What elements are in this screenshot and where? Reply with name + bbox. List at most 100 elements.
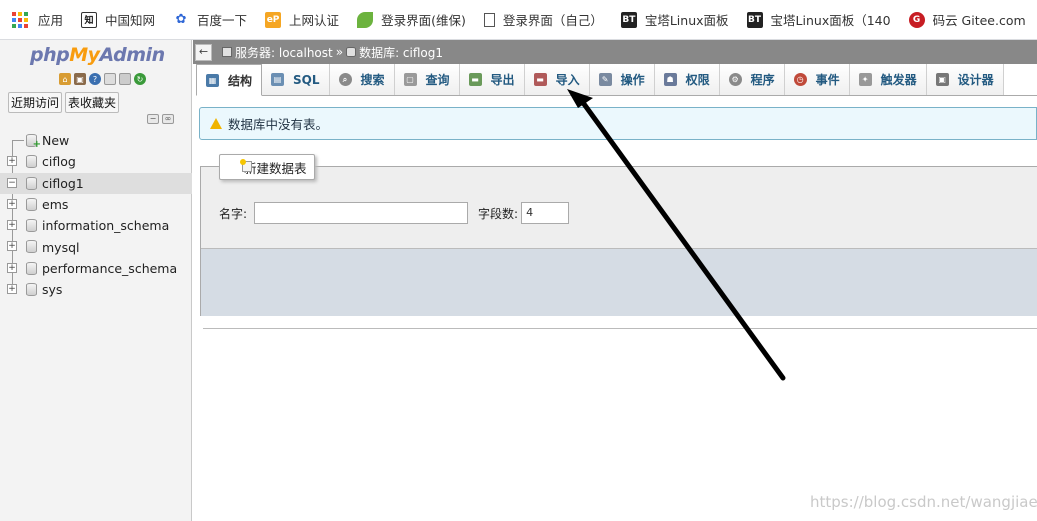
logout-icon[interactable]: ▣ (74, 73, 86, 85)
new-table-icon (240, 159, 252, 172)
tree-item-label: ciflog (42, 154, 76, 170)
breadcrumb-server-label: 服务器: localhost (235, 45, 333, 60)
tab-label: 导出 (490, 73, 515, 87)
tree-item-label: New (42, 133, 70, 149)
bookmark-apps[interactable]: 应用 (12, 10, 63, 29)
tree-item-label: information_schema (42, 218, 170, 234)
tree-item-ciflog[interactable]: + ciflog (0, 151, 192, 172)
tree-item-sys[interactable]: + sys (0, 279, 192, 300)
ep-icon: eP (265, 11, 282, 28)
create-table-legend: 新建数据表 (219, 154, 315, 180)
warning-icon (210, 118, 222, 129)
baidu-paw-icon: ✿ (175, 12, 187, 27)
tab-routines[interactable]: ⚙ 程序 (719, 64, 785, 95)
bookmark-label: 宝塔Linux面板（140 (770, 13, 891, 28)
database-icon (26, 197, 37, 211)
tree-item-label: performance_schema (42, 260, 178, 276)
home-icon[interactable]: ⌂ (59, 73, 71, 85)
logo-php: php (30, 44, 70, 66)
privileges-icon: ☗ (663, 73, 677, 86)
database-tabs: ▦ 结构 ▤ SQL ⌕ 搜索 ▢ 查询 ▬ 导出 ▬ 导入 ✎ 操作 ☗ 权限 (196, 64, 1037, 96)
help-icon[interactable]: ? (89, 73, 101, 85)
divider (203, 328, 1037, 329)
bookmark-label: 百度一下 (197, 13, 248, 28)
settings-icon[interactable] (119, 73, 131, 85)
tab-label: 操作 (620, 73, 645, 87)
expand-icon[interactable]: + (7, 156, 17, 167)
reload-icon[interactable]: ↻ (134, 73, 146, 85)
link-icon[interactable]: ∞ (162, 114, 174, 124)
page-icon (483, 12, 495, 27)
tab-events[interactable]: ◷ 事件 (784, 64, 850, 95)
bookmark-label: 码云 Gitee.com (932, 13, 1026, 28)
expand-icon[interactable]: + (7, 284, 17, 295)
column-count-input[interactable]: 4 (521, 202, 570, 224)
tab-label: 设计器 (957, 73, 994, 87)
phpmyadmin-logo[interactable]: phpMyAdmin (30, 44, 165, 66)
query-icon: ▢ (403, 73, 417, 86)
bookmark-login-maint[interactable]: 登录界面(维保) (357, 10, 466, 29)
table-name-input[interactable] (254, 202, 469, 224)
bookmark-label: 宝塔Linux面板 (644, 13, 729, 28)
tab-designer[interactable]: ▣ 设计器 (926, 64, 1004, 95)
form-footer (201, 248, 1037, 316)
tree-item-performance-schema[interactable]: + performance_schema (0, 258, 192, 279)
bookmark-auth[interactable]: eP 上网认证 (265, 10, 339, 29)
tab-privileges[interactable]: ☗ 权限 (654, 64, 720, 95)
tree-item-mysql[interactable]: + mysql (0, 236, 192, 257)
gitee-icon: G (908, 11, 925, 28)
columns-label: 字段数: (478, 206, 519, 221)
legend-label: 新建数据表 (244, 160, 307, 176)
tree-item-information-schema[interactable]: + information_schema (0, 215, 192, 236)
breadcrumb-separator: » (335, 45, 344, 59)
tree-item-label: sys (42, 282, 63, 298)
bookmark-label: 登录界面(维保) (381, 13, 466, 28)
breadcrumb-database[interactable]: 数据库: ciflog1 (346, 44, 443, 61)
logo-admin: Admin (99, 44, 166, 66)
new-database-icon (26, 134, 41, 150)
tab-search[interactable]: ⌕ 搜索 (329, 64, 395, 95)
navigation-panel: phpMyAdmin ⌂ ▣ ? ↻ 近期访问 表收藏夹 − ∞ New (0, 40, 192, 521)
collapse-all-icon[interactable]: − (147, 114, 159, 124)
collapse-icon[interactable]: − (7, 177, 17, 188)
tab-sql[interactable]: ▤ SQL (262, 64, 330, 95)
docs-icon[interactable] (104, 73, 116, 85)
events-icon: ◷ (793, 73, 807, 86)
expand-icon[interactable]: + (7, 262, 17, 273)
tab-triggers[interactable]: ✦ 触发器 (849, 64, 927, 95)
tree-item-ciflog1[interactable]: − ciflog1 (0, 172, 192, 194)
bookmark-bt-panel-140[interactable]: BT 宝塔Linux面板（140 (746, 10, 891, 29)
bookmark-gitee[interactable]: G 码云 Gitee.com (908, 10, 1026, 29)
bookmark-label: 中国知网 (105, 13, 156, 28)
expand-icon[interactable]: + (7, 241, 17, 252)
recent-tables-tab[interactable]: 近期访问 (8, 92, 63, 113)
tab-query[interactable]: ▢ 查询 (394, 64, 460, 95)
collapse-panel-icon[interactable]: ← (195, 43, 212, 61)
search-icon: ⌕ (338, 73, 352, 86)
tree-branch-line (12, 140, 24, 141)
breadcrumb: ← 服务器: localhost » 数据库: ciflog1 (193, 40, 1037, 64)
tab-label: SQL (293, 72, 320, 87)
tree-item-ems[interactable]: + ems (0, 194, 192, 215)
tab-structure[interactable]: ▦ 结构 (196, 64, 263, 96)
bookmark-login-own[interactable]: 登录界面（自己） (483, 10, 603, 29)
favorite-tables-tab[interactable]: 表收藏夹 (65, 92, 120, 113)
tree-item-new[interactable]: New (0, 130, 192, 151)
tab-label: 触发器 (880, 73, 917, 87)
bookmark-cnki[interactable]: 知 中国知网 (81, 10, 155, 29)
export-icon: ▬ (468, 73, 482, 86)
tab-label: 搜索 (360, 73, 385, 87)
expand-icon[interactable]: + (7, 220, 17, 231)
database-icon (26, 283, 37, 297)
breadcrumb-server[interactable]: 服务器: localhost (222, 44, 333, 61)
tab-import[interactable]: ▬ 导入 (524, 64, 590, 95)
bookmark-bt-panel[interactable]: BT 宝塔Linux面板 (620, 10, 729, 29)
bookmark-baidu[interactable]: ✿ 百度一下 (173, 10, 247, 29)
tab-export[interactable]: ▬ 导出 (459, 64, 525, 95)
database-icon (26, 155, 37, 169)
tree-item-label: ems (42, 197, 69, 213)
tab-label: 结构 (228, 73, 253, 88)
server-icon (222, 47, 232, 57)
expand-icon[interactable]: + (7, 198, 17, 209)
tab-operations[interactable]: ✎ 操作 (589, 64, 655, 95)
